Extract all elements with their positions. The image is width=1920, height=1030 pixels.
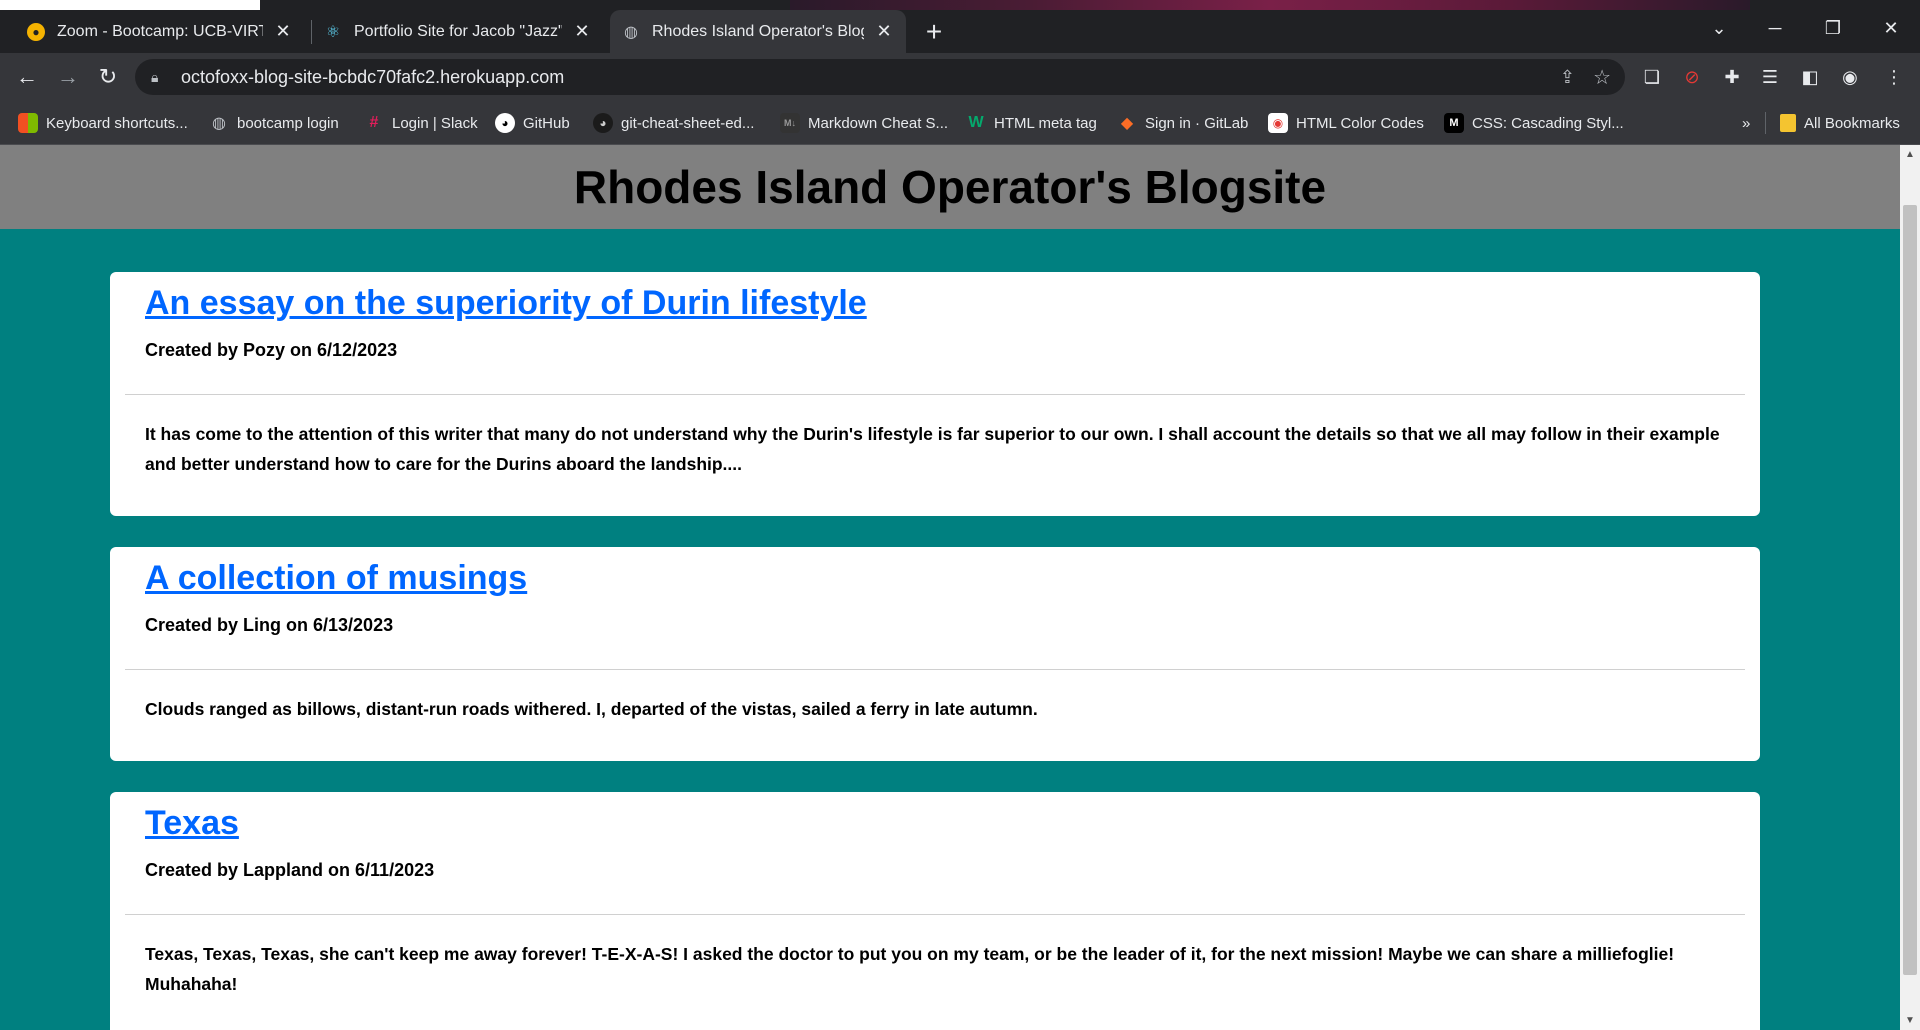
tab-blogsite[interactable]: ◍ Rhodes Island Operator's Blogsit ✕ [610, 10, 906, 53]
bookmark-label: git-cheat-sheet-ed... [621, 114, 755, 132]
post-card: An essay on the superiority of Durin lif… [110, 272, 1760, 516]
post-divider [125, 914, 1745, 915]
overflow-chevron-icon: » [1742, 114, 1751, 132]
post-divider [125, 669, 1745, 670]
web-page: Rhodes Island Operator's Blogsite An ess… [0, 145, 1900, 1030]
tab-zoom[interactable]: ● Zoom - Bootcamp: UCB-VIRT-FS ✕ [15, 10, 305, 53]
bookmark-slack[interactable]: # Login | Slack [364, 112, 478, 134]
post-card: A collection of musings Created by Ling … [110, 547, 1760, 761]
bookmark-git-cheat-sheet[interactable]: ◕ git-cheat-sheet-ed... [593, 112, 754, 134]
window-edge [0, 0, 260, 10]
bookmark-github[interactable]: ◕ GitHub [495, 112, 570, 134]
post-title-link[interactable]: A collection of musings [145, 559, 527, 598]
bookmark-html-color-codes[interactable]: ◉ HTML Color Codes [1268, 112, 1424, 134]
post-divider [125, 394, 1745, 395]
page-scrollbar[interactable]: ▲ ▼ [1900, 145, 1920, 1030]
bookmark-star-icon[interactable]: ☆ [1593, 65, 1611, 90]
menu-kebab-icon[interactable]: ⋮ [1882, 65, 1906, 89]
bookmark-bootcamp-login[interactable]: ◍ bootcamp login [209, 112, 339, 134]
bookmark-label: HTML Color Codes [1296, 114, 1424, 132]
scrollbar-thumb[interactable] [1903, 205, 1917, 975]
bookmark-label: Markdown Cheat S... [808, 114, 949, 132]
bookmark-label: GitHub [523, 114, 570, 132]
close-icon[interactable]: ✕ [572, 21, 592, 42]
bookmark-label: bootcamp login [237, 114, 339, 132]
tab-title: Rhodes Island Operator's Blogsit [652, 22, 864, 40]
globe-icon: ◍ [212, 115, 226, 132]
bookmarks-bar: Keyboard shortcuts... ◍ bootcamp login #… [0, 101, 1920, 145]
bookmark-label: HTML meta tag [994, 114, 1097, 132]
minimize-button[interactable]: ─ [1748, 10, 1802, 46]
close-window-button[interactable]: ✕ [1864, 10, 1918, 46]
reload-button[interactable]: ↻ [92, 61, 124, 93]
address-bar[interactable]: 🔒︎ octofoxx-blog-site-bcbdc70fafc2.herok… [135, 59, 1625, 95]
restore-button[interactable]: ❐ [1806, 10, 1860, 46]
w-icon: W [968, 114, 984, 131]
github-icon: ◕ [593, 113, 613, 133]
extension-icon[interactable]: ❏ [1640, 65, 1664, 89]
profile-avatar-icon[interactable]: ◉ [1838, 65, 1862, 89]
bookmarks-overflow-button[interactable]: » [1742, 112, 1750, 134]
share-icon[interactable]: ⇪ [1560, 67, 1575, 88]
tab-strip: ● Zoom - Bootcamp: UCB-VIRT-FS ✕ ⚛ Portf… [0, 0, 1920, 53]
post-meta: Created by Lappland on 6/11/2023 [145, 860, 435, 880]
new-tab-button[interactable]: + [918, 16, 950, 48]
globe-icon: ◍ [624, 23, 638, 41]
markdown-icon: M↓ [780, 113, 800, 133]
post-meta: Created by Pozy on 6/12/2023 [145, 340, 398, 360]
bookmark-label: Sign in · GitLab [1145, 114, 1249, 132]
reading-list-icon[interactable]: ☰ [1758, 65, 1782, 89]
site-title: Rhodes Island Operator's Blogsite [573, 161, 1327, 213]
extensions-puzzle-icon[interactable]: ✚ [1720, 65, 1744, 89]
post-card: Texas Created by Lappland on 6/11/2023 T… [110, 792, 1760, 1030]
all-bookmarks-label: All Bookmarks [1804, 114, 1900, 132]
bookmark-css-mdn[interactable]: M CSS: Cascading Styl... [1444, 112, 1624, 134]
gitlab-icon: ◆ [1120, 115, 1134, 132]
bookmark-gitlab[interactable]: ◆ Sign in · GitLab [1117, 112, 1249, 134]
bookmark-markdown[interactable]: M↓ Markdown Cheat S... [780, 112, 948, 134]
post-meta: Created by Ling on 6/13/2023 [145, 615, 394, 635]
bookmark-keyboard-shortcuts[interactable]: Keyboard shortcuts... [18, 112, 188, 134]
zoom-icon: ● [27, 22, 45, 41]
extension-red-icon[interactable]: ⊘ [1680, 65, 1704, 89]
tab-search-icon[interactable]: ⌄ [1692, 10, 1746, 46]
bookmark-label: CSS: Cascading Styl... [1472, 114, 1624, 132]
slack-icon: # [369, 114, 379, 131]
mdn-icon: M [1444, 113, 1464, 133]
close-icon[interactable]: ✕ [874, 21, 894, 42]
tab-portfolio[interactable]: ⚛ Portfolio Site for Jacob "Jazz" Do ✕ [312, 10, 604, 53]
microsoft-icon [18, 113, 38, 133]
folder-icon [1780, 114, 1796, 132]
close-icon[interactable]: ✕ [273, 21, 293, 42]
bookmark-html-meta[interactable]: W HTML meta tag [966, 112, 1097, 134]
bookmark-label: Keyboard shortcuts... [46, 114, 188, 132]
github-icon: ◕ [495, 113, 515, 133]
color-codes-icon: ◉ [1268, 113, 1288, 133]
lock-icon[interactable]: 🔒︎ [151, 69, 173, 86]
side-panel-icon[interactable]: ◧ [1798, 65, 1822, 89]
react-icon: ⚛ [325, 23, 341, 41]
site-header: Rhodes Island Operator's Blogsite [0, 145, 1900, 229]
post-body: Texas, Texas, Texas, she can't keep me a… [145, 944, 1675, 994]
browser-toolbar: ← → ↻ 🔒︎ octofoxx-blog-site-bcbdc70fafc2… [0, 53, 1920, 101]
post-title-link[interactable]: Texas [145, 804, 239, 843]
back-button[interactable]: ← [11, 61, 43, 93]
url-text[interactable]: octofoxx-blog-site-bcbdc70fafc2.herokuap… [181, 67, 564, 88]
bookmark-label: Login | Slack [392, 114, 478, 132]
window-decoration [790, 0, 1750, 10]
bookmarks-separator [1765, 112, 1766, 134]
tab-title: Zoom - Bootcamp: UCB-VIRT-FS [57, 22, 263, 40]
post-body: It has come to the attention of this wri… [145, 424, 1720, 474]
scroll-down-arrow-icon[interactable]: ▼ [1905, 1015, 1915, 1026]
scroll-up-arrow-icon[interactable]: ▲ [1905, 149, 1915, 160]
tab-title: Portfolio Site for Jacob "Jazz" Do [354, 22, 562, 40]
post-title-link[interactable]: An essay on the superiority of Durin lif… [145, 284, 867, 323]
forward-button[interactable]: → [52, 61, 84, 93]
post-body: Clouds ranged as billows, distant-run ro… [145, 699, 1038, 719]
all-bookmarks-button[interactable]: All Bookmarks [1780, 112, 1900, 134]
